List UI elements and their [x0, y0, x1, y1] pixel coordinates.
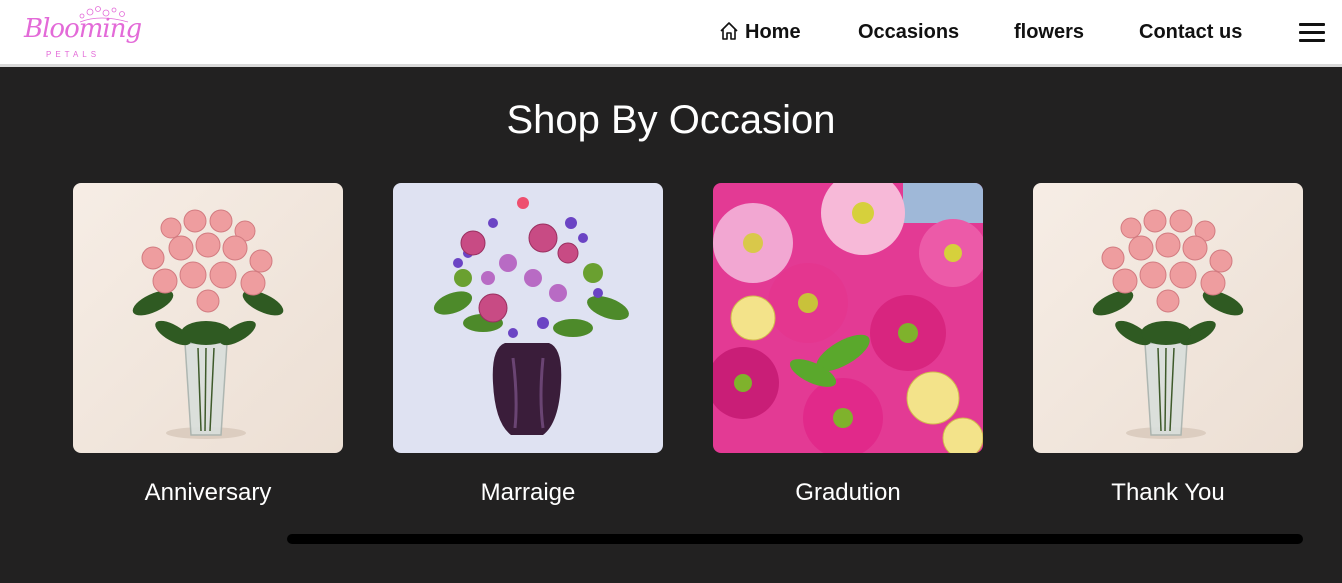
occasion-card-thank-you[interactable]: Thank You [1033, 183, 1303, 506]
card-label: Marraige [480, 479, 576, 506]
nav-contact-us[interactable]: Contact us [1139, 20, 1242, 44]
site-logo[interactable]: Blooming PETALS [20, 4, 142, 66]
logo-subtext: PETALS [46, 50, 101, 59]
horizontal-scrollbar[interactable] [287, 534, 1303, 544]
nav-occasions[interactable]: Occasions [858, 20, 959, 44]
mixed-bouquet-purple-vase-image [393, 183, 663, 453]
site-header: Blooming PETALS Home Occasions flowers C… [0, 0, 1342, 67]
occasion-card-gradution[interactable]: Gradution [713, 183, 983, 506]
hamburger-menu-icon[interactable] [1299, 22, 1325, 42]
occasion-card-anniversary[interactable]: Anniversary [73, 183, 343, 506]
pink-roses-vase-image [73, 183, 343, 453]
card-label: Anniversary [144, 479, 272, 506]
pink-roses-vase-image [1033, 183, 1303, 453]
occasion-card-marraige[interactable]: Marraige [393, 183, 663, 506]
card-label: Gradution [795, 479, 901, 506]
pink-daisies-yellow-roses-image [713, 183, 983, 453]
nav-home-label: Home [745, 21, 801, 43]
section-title: Shop By Occasion [506, 98, 836, 142]
home-icon [720, 22, 738, 40]
nav-flowers[interactable]: flowers [1014, 20, 1084, 44]
logo-text: Blooming [24, 14, 142, 44]
nav-home[interactable]: Home [719, 20, 801, 44]
card-label: Thank You [1111, 479, 1225, 506]
